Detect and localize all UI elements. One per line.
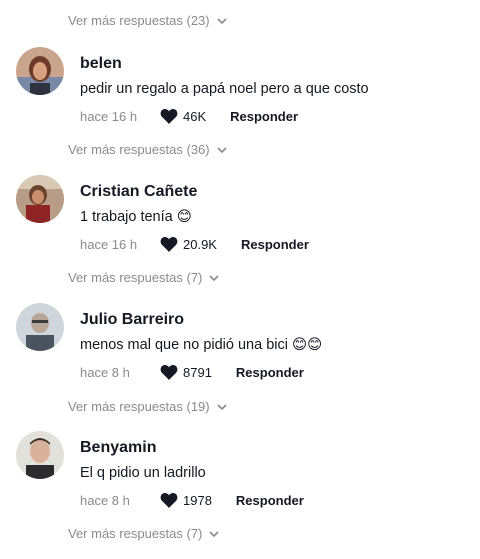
more-replies-link[interactable]: Ver más respuestas (7) xyxy=(68,270,220,285)
comment-item: Cristian Cañete 1 trabajo tenía 😊 hace 1… xyxy=(0,175,480,275)
comment-item: belen pedir un regalo a papá noel pero a… xyxy=(0,47,480,147)
chevron-down-icon xyxy=(217,146,227,153)
username[interactable]: Cristian Cañete xyxy=(80,183,197,201)
reply-button[interactable]: Responder xyxy=(230,109,298,124)
more-replies-link[interactable]: Ver más respuestas (19) xyxy=(68,399,228,414)
comment-text: menos mal que no pidió una bici 😊😊 xyxy=(80,337,323,353)
more-replies-label: Ver más respuestas (7) xyxy=(68,526,203,541)
like-count: 46K xyxy=(183,108,207,124)
username[interactable]: belen xyxy=(80,55,122,73)
like-button[interactable]: 8791 xyxy=(160,364,212,380)
reply-button[interactable]: Responder xyxy=(236,365,304,380)
comment-text: pedir un regalo a papá noel pero a que c… xyxy=(80,81,369,97)
avatar[interactable] xyxy=(16,47,64,95)
comment-meta: hace 16 h 20.9K Responder xyxy=(80,236,309,252)
comment-text: 1 trabajo tenía 😊 xyxy=(80,209,192,225)
avatar[interactable] xyxy=(16,431,64,479)
reply-button[interactable]: Responder xyxy=(236,493,304,508)
timestamp: hace 8 h xyxy=(80,492,130,508)
comment-item: Benyamin El q pidio un ladrillo hace 8 h… xyxy=(0,431,480,531)
comment-meta: hace 16 h 46K Responder xyxy=(80,108,298,124)
more-replies-link[interactable]: Ver más respuestas (7) xyxy=(68,526,220,541)
comment-item: Julio Barreiro menos mal que no pidió un… xyxy=(0,303,480,403)
more-replies-link[interactable]: Ver más respuestas (23) xyxy=(68,13,228,28)
comment-meta: hace 8 h 8791 Responder xyxy=(80,364,304,380)
more-replies-label: Ver más respuestas (23) xyxy=(68,13,210,28)
chevron-down-icon xyxy=(217,17,227,24)
more-replies-label: Ver más respuestas (19) xyxy=(68,399,210,414)
avatar[interactable] xyxy=(16,303,64,351)
avatar[interactable] xyxy=(16,175,64,223)
heart-icon xyxy=(160,492,178,508)
more-replies-label: Ver más respuestas (36) xyxy=(68,142,210,157)
like-count: 20.9K xyxy=(183,236,217,252)
chevron-down-icon xyxy=(209,274,219,281)
more-replies-label: Ver más respuestas (7) xyxy=(68,270,203,285)
like-button[interactable]: 1978 xyxy=(160,492,212,508)
timestamp: hace 16 h xyxy=(80,108,138,124)
like-count: 1978 xyxy=(183,492,212,508)
chevron-down-icon xyxy=(217,403,227,410)
username[interactable]: Julio Barreiro xyxy=(80,311,184,329)
more-replies-link[interactable]: Ver más respuestas (36) xyxy=(68,142,228,157)
username[interactable]: Benyamin xyxy=(80,439,156,457)
chevron-down-icon xyxy=(209,530,219,537)
timestamp: hace 8 h xyxy=(80,364,130,380)
like-button[interactable]: 46K xyxy=(160,108,206,124)
like-button[interactable]: 20.9K xyxy=(160,236,217,252)
heart-icon xyxy=(160,364,178,380)
timestamp: hace 16 h xyxy=(80,236,138,252)
like-count: 8791 xyxy=(183,364,212,380)
comment-text: El q pidio un ladrillo xyxy=(80,465,206,481)
reply-button[interactable]: Responder xyxy=(241,237,309,252)
heart-icon xyxy=(160,236,178,252)
comment-meta: hace 8 h 1978 Responder xyxy=(80,492,304,508)
heart-icon xyxy=(160,108,178,124)
